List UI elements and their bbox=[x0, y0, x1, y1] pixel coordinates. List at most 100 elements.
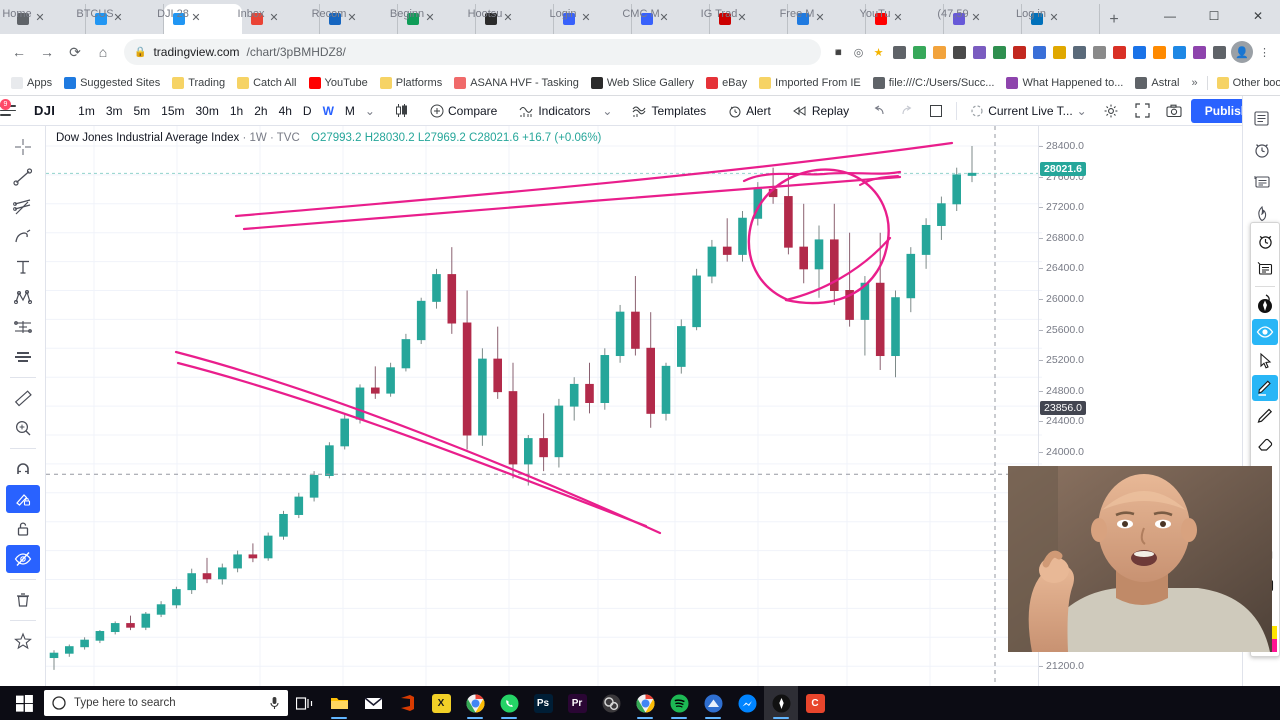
grid-icon[interactable] bbox=[950, 43, 969, 62]
timeframe-chevron-icon[interactable]: ⌄ bbox=[360, 101, 380, 121]
saved-layout-button[interactable]: Current Live T... ⌄ bbox=[963, 101, 1094, 121]
timeframe-15m[interactable]: 15m bbox=[156, 101, 189, 121]
favorites-tool[interactable] bbox=[6, 627, 40, 655]
bookmark-item[interactable]: Astral bbox=[1130, 75, 1184, 91]
brush-tool[interactable] bbox=[6, 223, 40, 251]
bookmark-item[interactable]: YouTube bbox=[304, 75, 373, 91]
orange-icon[interactable] bbox=[1150, 43, 1169, 62]
timeframe-2h[interactable]: 2h bbox=[249, 101, 272, 121]
taskbar-camtasia[interactable]: C bbox=[798, 686, 832, 720]
tab-close-icon[interactable]: ✕ bbox=[658, 13, 670, 25]
bookmark-item[interactable]: What Happened to... bbox=[1001, 75, 1128, 91]
taskbar-file-explorer[interactable] bbox=[322, 686, 356, 720]
timeframe-1h[interactable]: 1h bbox=[225, 101, 248, 121]
remove-drawings-tool[interactable] bbox=[6, 586, 40, 614]
pen-highlighter-button[interactable] bbox=[1252, 375, 1278, 401]
magnet-tool[interactable] bbox=[6, 455, 40, 483]
tab-close-icon[interactable]: ✕ bbox=[112, 13, 124, 25]
taskbar-mail[interactable] bbox=[356, 686, 390, 720]
taskbar-photoshop[interactable]: Ps bbox=[526, 686, 560, 720]
taskbar-office[interactable] bbox=[390, 686, 424, 720]
dot-icon[interactable] bbox=[1090, 43, 1109, 62]
bookmark-item[interactable]: Web Slice Gallery bbox=[586, 75, 699, 91]
other-bookmarks-button[interactable]: Other bookmarks bbox=[1212, 75, 1280, 91]
timeframe-5m[interactable]: 5m bbox=[128, 101, 155, 121]
watchlist-button[interactable] bbox=[1248, 104, 1276, 132]
pen-cursor-button[interactable] bbox=[1252, 347, 1278, 373]
chrome-menu-icon[interactable]: ⋮ bbox=[1255, 43, 1274, 62]
browser-tab[interactable]: IG Trad ✕ bbox=[701, 4, 788, 34]
pen-pencil-button[interactable] bbox=[1252, 403, 1278, 429]
taskbar-obs[interactable] bbox=[594, 686, 628, 720]
tab-close-icon[interactable]: ✕ bbox=[190, 13, 202, 25]
bookmark-item[interactable]: Imported From IE bbox=[754, 75, 866, 91]
taskbar-search[interactable]: Type here to search bbox=[44, 690, 288, 716]
zoom-tool[interactable] bbox=[6, 414, 40, 442]
marker-icon[interactable] bbox=[1110, 43, 1129, 62]
bookmark-item[interactable]: ASANA HVF - Tasking bbox=[449, 75, 584, 91]
hide-drawings-tool[interactable] bbox=[5, 545, 40, 573]
taskbar-premiere[interactable]: Pr bbox=[560, 686, 594, 720]
taskbar-spotify[interactable] bbox=[662, 686, 696, 720]
snapshot-button[interactable] bbox=[1159, 101, 1189, 121]
data-window-button[interactable] bbox=[1248, 168, 1276, 196]
fullscreen-button[interactable] bbox=[1128, 100, 1157, 121]
star-icon[interactable]: ★ bbox=[869, 43, 888, 62]
start-button[interactable] bbox=[4, 686, 44, 720]
epic-pen-logo[interactable] bbox=[1252, 291, 1278, 317]
browser-tab[interactable]: Login ✕ bbox=[550, 4, 632, 34]
tab-close-icon[interactable]: ✕ bbox=[502, 13, 514, 25]
wallet-icon[interactable] bbox=[930, 43, 949, 62]
redo-button[interactable] bbox=[893, 102, 922, 120]
timeframe-30m[interactable]: 30m bbox=[191, 101, 224, 121]
indicators-chevron-icon[interactable]: ⌄ bbox=[597, 101, 617, 121]
person-icon[interactable] bbox=[1190, 43, 1209, 62]
maximize-button[interactable]: ☐ bbox=[1192, 0, 1236, 32]
home-icon[interactable]: ⌂ bbox=[90, 39, 116, 65]
browser-tab[interactable]: Recom ✕ bbox=[312, 4, 398, 34]
crosshair-tool[interactable] bbox=[6, 133, 40, 161]
timeframe-4h[interactable]: 4h bbox=[274, 101, 297, 121]
taskbar-excel-alt[interactable]: X bbox=[424, 686, 458, 720]
bookmark-item[interactable]: Trading bbox=[167, 75, 230, 91]
browser-tab[interactable]: Beginn ✕ bbox=[390, 4, 476, 34]
text-tool[interactable] bbox=[6, 253, 40, 281]
lock-drawings-tool[interactable] bbox=[6, 515, 40, 543]
measure-tool[interactable] bbox=[6, 384, 40, 412]
tab-close-icon[interactable]: ✕ bbox=[814, 13, 826, 25]
tab-close-icon[interactable]: ✕ bbox=[346, 13, 358, 25]
pen-eraser-button[interactable] bbox=[1252, 431, 1278, 457]
reload-icon[interactable]: ⟳ bbox=[62, 39, 88, 65]
taskbar-messenger[interactable] bbox=[730, 686, 764, 720]
symbol-button[interactable]: DJI bbox=[24, 103, 65, 118]
stay-in-drawing-mode-tool[interactable] bbox=[5, 485, 40, 513]
browser-tab[interactable]: Home ✕ bbox=[2, 4, 86, 34]
trendline-tool[interactable] bbox=[6, 163, 40, 191]
chart-style-button[interactable] bbox=[388, 100, 415, 121]
tab-close-icon[interactable]: ✕ bbox=[970, 13, 982, 25]
pen-alarm-button[interactable] bbox=[1252, 228, 1278, 254]
pen-toggle-draw-button[interactable] bbox=[1252, 319, 1278, 345]
tab-close-icon[interactable]: ✕ bbox=[736, 13, 748, 25]
timeframe-D[interactable]: D bbox=[298, 101, 317, 121]
browser-tab[interactable]: YouTu ✕ bbox=[860, 4, 944, 34]
timeframe-W[interactable]: W bbox=[318, 101, 339, 121]
taskbar-chrome-2[interactable] bbox=[628, 686, 662, 720]
bookmark-item[interactable]: file:///C:/Users/Succ... bbox=[868, 75, 1000, 91]
browser-tab[interactable]: DJI 28 ✕ bbox=[157, 4, 242, 34]
profile-avatar[interactable]: 👤 bbox=[1231, 41, 1253, 63]
chart-settings-button[interactable] bbox=[1096, 100, 1126, 122]
new-tab-button[interactable]: + bbox=[1100, 6, 1128, 34]
tab-close-icon[interactable]: ✕ bbox=[34, 13, 46, 25]
forward-icon[interactable]: → bbox=[34, 39, 60, 65]
taskbar-arc[interactable] bbox=[696, 686, 730, 720]
puzzle-icon[interactable] bbox=[890, 43, 909, 62]
pattern-tool[interactable] bbox=[6, 283, 40, 311]
main-menu-button[interactable]: 9 bbox=[0, 96, 16, 126]
bookmark-item[interactable]: eBay bbox=[701, 75, 752, 91]
tab-close-icon[interactable]: ✕ bbox=[1048, 13, 1060, 25]
browser-tab[interactable]: CMC M ✕ bbox=[622, 4, 710, 34]
cast-icon[interactable]: ◎ bbox=[849, 43, 868, 62]
chart-pane[interactable]: Dow Jones Industrial Average Index · 1W … bbox=[46, 126, 1042, 686]
address-bar[interactable]: 🔒 tradingview.com/chart/3pBMHDZ8/ bbox=[124, 39, 821, 65]
